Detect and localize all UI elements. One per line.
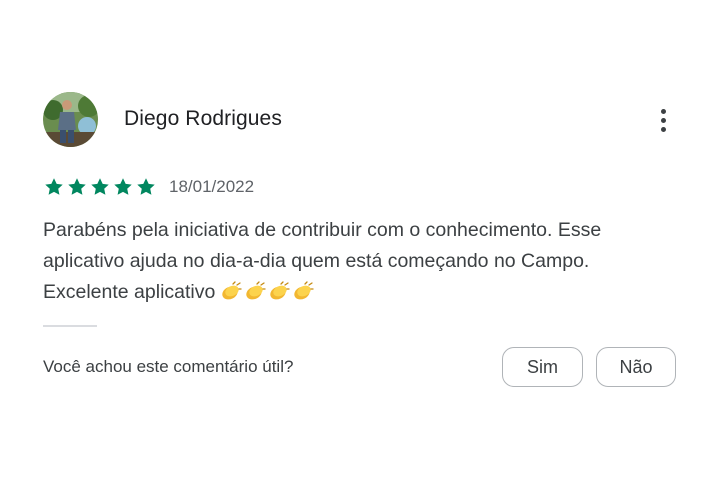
- review-text-line: aplicativo ajuda no dia-a-dia quem está …: [43, 250, 590, 272]
- review-text: Parabéns pela iniciativa de contribuir c…: [43, 215, 683, 308]
- divider: [43, 325, 97, 327]
- helpful-question: Você achou este comentário útil?: [43, 357, 294, 376]
- more-vert-icon: [660, 108, 666, 114]
- clapping-hands-icon: [243, 281, 267, 301]
- review-date: 18/01/2022: [169, 177, 255, 196]
- helpful-no-button[interactable]: Não: [596, 347, 676, 387]
- star-icon: [135, 176, 157, 198]
- star-icon: [112, 176, 134, 198]
- avatar-photo: [43, 92, 98, 147]
- star-icon: [89, 176, 111, 198]
- more-options-button[interactable]: [650, 104, 676, 136]
- more-vert-icon-dot: [660, 117, 666, 123]
- star-icon: [43, 176, 65, 198]
- clapping-hands-icon: [291, 281, 315, 301]
- more-vert-icon-dot: [660, 126, 666, 132]
- review-text-line: Excelente aplicativo: [43, 277, 683, 308]
- clapping-hands-icon: [267, 281, 291, 301]
- review-card: Diego Rodrigues 18/01/2022 Parabéns pela…: [0, 0, 720, 480]
- avatar: [43, 92, 98, 147]
- helpful-yes-button[interactable]: Sim: [502, 347, 583, 387]
- star-icon: [66, 176, 88, 198]
- clapping-hands-icon: [219, 281, 243, 301]
- rating-row: 18/01/2022: [43, 176, 254, 198]
- review-text-line-3: Excelente aplicativo: [43, 281, 216, 303]
- star-rating: [43, 176, 157, 198]
- author-name: Diego Rodrigues: [124, 107, 282, 130]
- review-text-line: Parabéns pela iniciativa de contribuir c…: [43, 219, 602, 241]
- clap-emoji-group: [219, 281, 315, 301]
